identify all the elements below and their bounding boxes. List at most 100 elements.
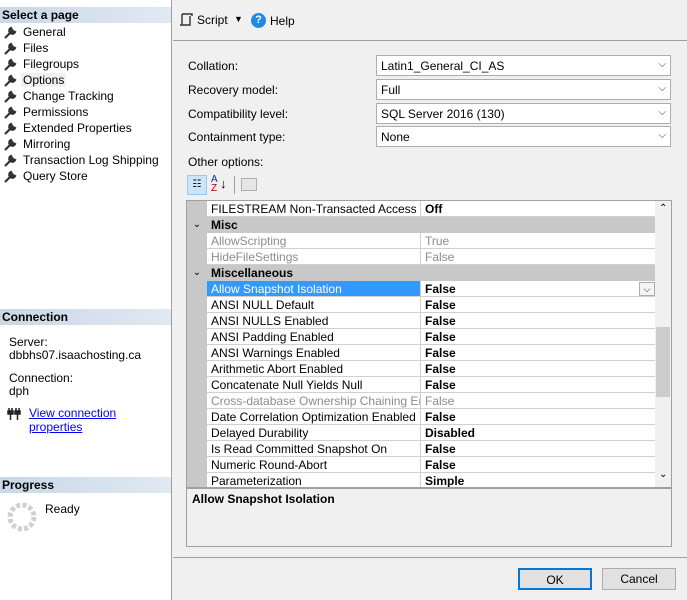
row-gutter bbox=[187, 457, 207, 473]
wrench-icon bbox=[4, 138, 17, 151]
recovery-model-label: Recovery model: bbox=[188, 83, 279, 97]
nav-item-general[interactable]: General bbox=[4, 24, 68, 40]
collapse-icon[interactable]: ⌄ bbox=[187, 217, 207, 233]
property-value[interactable]: False bbox=[421, 361, 656, 377]
grid-category[interactable]: ⌄ Miscellaneous bbox=[187, 265, 656, 281]
nav-item-permissions[interactable]: Permissions bbox=[4, 104, 90, 120]
property-value[interactable]: False bbox=[421, 345, 656, 361]
nav-item-mirroring[interactable]: Mirroring bbox=[4, 136, 72, 152]
property-value[interactable]: False bbox=[421, 409, 656, 425]
script-button[interactable]: Script bbox=[179, 13, 228, 27]
grid-row[interactable]: Delayed Durability Disabled bbox=[187, 425, 656, 441]
property-name: Date Correlation Optimization Enabled bbox=[207, 409, 421, 425]
grid-row[interactable]: ANSI NULLS Enabled False bbox=[187, 313, 656, 329]
chevron-down-icon: ⌵ bbox=[658, 59, 666, 70]
containment-type-select[interactable]: None ⌵ bbox=[376, 126, 671, 147]
grid-row[interactable]: ANSI Warnings Enabled False bbox=[187, 345, 656, 361]
property-value[interactable]: True bbox=[421, 233, 656, 249]
grid-row[interactable]: FILESTREAM Non-Transacted Access Off bbox=[187, 201, 656, 217]
chevron-down-icon: ⌵ bbox=[658, 107, 666, 118]
property-name: AllowScripting bbox=[207, 233, 421, 249]
categorized-view-button[interactable]: ☷ bbox=[187, 175, 207, 195]
property-value[interactable]: False bbox=[421, 377, 656, 393]
row-gutter bbox=[187, 249, 207, 265]
property-value[interactable]: False bbox=[421, 441, 656, 457]
grid-row[interactable]: Arithmetic Abort Enabled False bbox=[187, 361, 656, 377]
property-value[interactable]: False bbox=[421, 297, 656, 313]
value-dropdown-icon[interactable]: ⌵ bbox=[639, 282, 655, 296]
recovery-model-select[interactable]: Full ⌵ bbox=[376, 79, 671, 100]
wrench-icon bbox=[4, 122, 17, 135]
property-value-text: Simple bbox=[425, 474, 465, 488]
property-value-text: False bbox=[425, 282, 456, 296]
property-value[interactable]: Simple bbox=[421, 473, 656, 488]
property-grid: FILESTREAM Non-Transacted Access Off ⌄ Misc… bbox=[186, 200, 672, 488]
grid-row[interactable]: Numeric Round-Abort False bbox=[187, 457, 656, 473]
grid-row[interactable]: ANSI NULL Default False bbox=[187, 297, 656, 313]
property-value[interactable]: Disabled bbox=[421, 425, 656, 441]
property-name: Arithmetic Abort Enabled bbox=[207, 361, 421, 377]
property-value[interactable]: False bbox=[421, 393, 656, 409]
collapse-icon[interactable]: ⌄ bbox=[187, 265, 207, 281]
scroll-up-icon[interactable]: ⌃ bbox=[659, 203, 667, 214]
nav-item-change-tracking[interactable]: Change Tracking bbox=[4, 88, 116, 104]
nav-item-label: Transaction Log Shipping bbox=[23, 153, 159, 167]
row-gutter bbox=[187, 377, 207, 393]
property-value[interactable]: False bbox=[421, 313, 656, 329]
grid-row[interactable]: Cross-database Ownership Chaining Enable… bbox=[187, 393, 656, 409]
property-value[interactable]: Off bbox=[421, 201, 656, 217]
cancel-button[interactable]: Cancel bbox=[602, 568, 676, 590]
view-connection-properties-link[interactable]: View connection properties bbox=[29, 406, 171, 434]
wrench-icon bbox=[4, 106, 17, 119]
grid-scrollbar[interactable]: ⌃ ⌄ bbox=[655, 201, 671, 487]
help-button[interactable]: ? Help bbox=[251, 13, 295, 28]
property-value[interactable]: False bbox=[421, 457, 656, 473]
property-value-text: False bbox=[425, 314, 456, 328]
property-name: ANSI Warnings Enabled bbox=[207, 345, 421, 361]
property-name: Concatenate Null Yields Null bbox=[207, 377, 421, 393]
property-value-text: False bbox=[425, 378, 456, 392]
collation-select[interactable]: Latin1_General_CI_AS ⌵ bbox=[376, 55, 671, 76]
property-value[interactable]: False bbox=[421, 249, 656, 265]
property-pages-icon[interactable] bbox=[241, 178, 257, 191]
chevron-down-icon: ⌵ bbox=[658, 83, 666, 94]
property-name: Delayed Durability bbox=[207, 425, 421, 441]
nav-item-files[interactable]: Files bbox=[4, 40, 50, 56]
grid-row[interactable]: Concatenate Null Yields Null False bbox=[187, 377, 656, 393]
grid-category[interactable]: ⌄ Misc bbox=[187, 217, 656, 233]
property-name: HideFileSettings bbox=[207, 249, 421, 265]
nav-item-query-store[interactable]: Query Store bbox=[4, 168, 90, 184]
row-gutter bbox=[187, 361, 207, 377]
compatibility-level-value: SQL Server 2016 (130) bbox=[381, 107, 505, 121]
nav-item-options[interactable]: Options bbox=[4, 72, 67, 88]
scroll-down-icon[interactable]: ⌄ bbox=[659, 469, 667, 480]
grid-row[interactable]: Is Read Committed Snapshot On False bbox=[187, 441, 656, 457]
grid-row[interactable]: AllowScripting True bbox=[187, 233, 656, 249]
nav-item-transaction-log-shipping[interactable]: Transaction Log Shipping bbox=[4, 152, 161, 168]
property-name: Numeric Round-Abort bbox=[207, 457, 421, 473]
grid-row[interactable]: HideFileSettings False bbox=[187, 249, 656, 265]
containment-type-value: None bbox=[381, 130, 410, 144]
property-value-text: False bbox=[425, 458, 456, 472]
property-value-text: Off bbox=[425, 202, 443, 216]
grid-row[interactable]: Parameterization Simple bbox=[187, 473, 656, 488]
compatibility-level-select[interactable]: SQL Server 2016 (130) ⌵ bbox=[376, 103, 671, 124]
grid-row[interactable]: Allow Snapshot Isolation False ⌵ bbox=[187, 281, 656, 297]
property-value[interactable]: False bbox=[421, 329, 656, 345]
row-gutter bbox=[187, 473, 207, 487]
alphabetical-sort-button[interactable]: AZ bbox=[211, 175, 218, 194]
footer-divider bbox=[173, 557, 687, 558]
script-dropdown-icon[interactable]: ▼ bbox=[234, 14, 243, 24]
progress-status: Ready bbox=[45, 502, 80, 516]
grid-row[interactable]: ANSI Padding Enabled False bbox=[187, 329, 656, 345]
nav-item-label: Options bbox=[21, 73, 67, 87]
row-gutter bbox=[187, 345, 207, 361]
nav-item-extended-properties[interactable]: Extended Properties bbox=[4, 120, 134, 136]
property-value[interactable]: False ⌵ bbox=[421, 281, 656, 297]
ok-button[interactable]: OK bbox=[518, 568, 592, 590]
recovery-model-value: Full bbox=[381, 83, 401, 97]
grid-row[interactable]: Date Correlation Optimization Enabled Fal… bbox=[187, 409, 656, 425]
scrollbar-thumb[interactable] bbox=[656, 327, 670, 397]
property-value-text: False bbox=[425, 330, 456, 344]
nav-item-filegroups[interactable]: Filegroups bbox=[4, 56, 81, 72]
